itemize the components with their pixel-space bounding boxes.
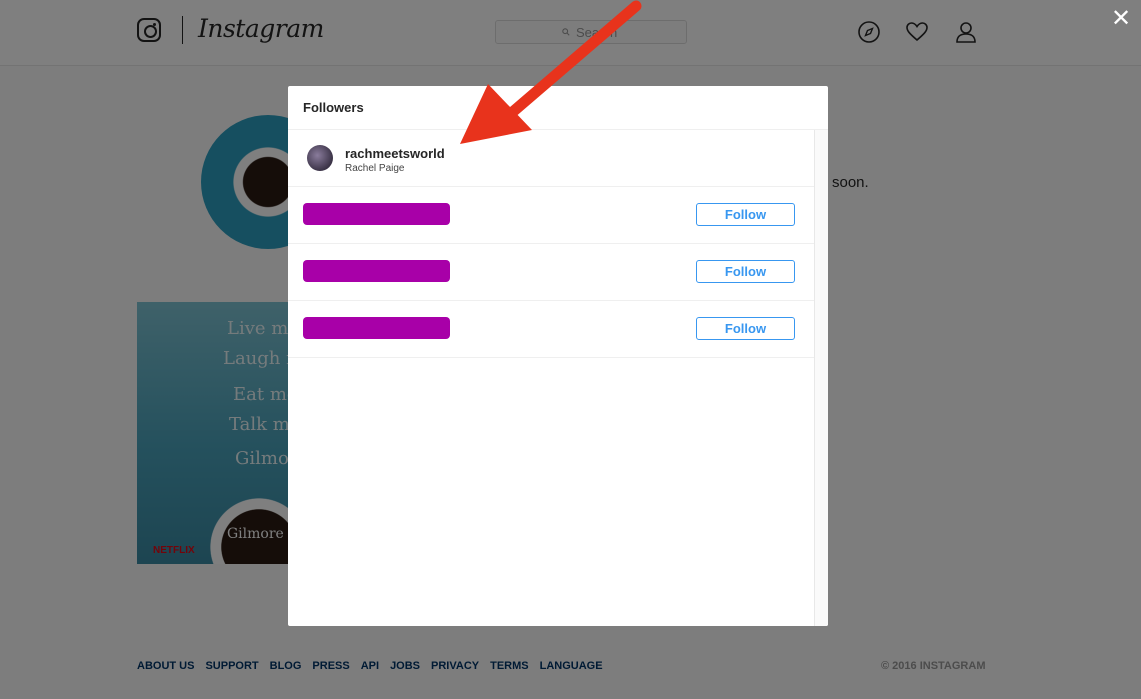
annotation-arrow-icon (460, 0, 642, 144)
